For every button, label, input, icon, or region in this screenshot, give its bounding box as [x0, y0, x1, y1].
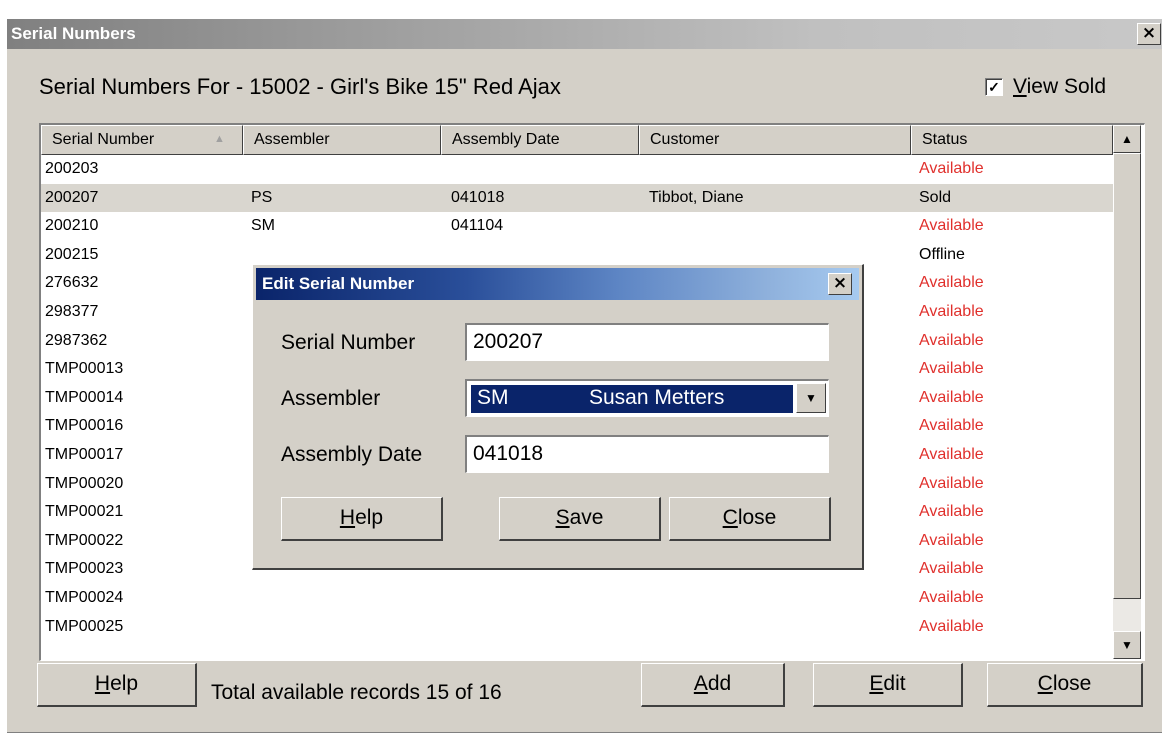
table-row[interactable]: 200207 PS 041018 Tibbot, Diane Sold [41, 183, 1113, 212]
dialog-title: Edit Serial Number [262, 274, 415, 293]
dialog-help-button[interactable]: Help [281, 497, 443, 541]
scroll-up-icon[interactable]: ▲ [1113, 125, 1141, 153]
column-header-status[interactable]: Status [911, 125, 1113, 155]
chevron-down-icon[interactable]: ▼ [796, 383, 826, 413]
cell-serial: 2987362 [45, 331, 108, 349]
column-header-assembly-date[interactable]: Assembly Date [441, 125, 639, 155]
table-row[interactable]: TMP00024 Available [41, 584, 1113, 612]
cell-serial: TMP00016 [45, 417, 124, 435]
window-close-icon[interactable]: × [1137, 23, 1161, 45]
cell-status: Available [919, 446, 984, 463]
dialog-close-button[interactable]: Close [669, 497, 831, 541]
assembler-select[interactable]: SM Susan Metters ▼ [465, 379, 829, 417]
cell-serial: TMP00017 [45, 446, 124, 463]
dialog-save-button[interactable]: Save [499, 497, 661, 541]
window-title: Serial Numbers [11, 24, 136, 43]
cell-serial: 200207 [45, 188, 99, 206]
column-header-serial-number[interactable]: Serial Number ▲ [41, 125, 243, 155]
serial-number-label: Serial Number [281, 331, 416, 354]
assembly-date-label: Assembly Date [281, 443, 423, 466]
cell-serial: 276632 [45, 274, 99, 292]
sort-ascending-icon: ▲ [214, 133, 225, 145]
serial-number-input[interactable]: 200207 [465, 323, 829, 361]
cell-serial: TMP00021 [45, 503, 124, 521]
cell-serial: TMP00013 [45, 360, 124, 378]
cell-serial: TMP00023 [45, 560, 124, 578]
cell-status: Available [919, 531, 984, 549]
cell-status: Available [919, 274, 984, 292]
window-titlebar[interactable]: Serial Numbers × [7, 19, 1162, 49]
table-row[interactable]: TMP00025 Available [41, 613, 1113, 641]
dialog-titlebar[interactable]: Edit Serial Number × [256, 268, 859, 300]
record-count: Total available records 15 of 16 [211, 681, 502, 704]
help-button[interactable]: Help [37, 663, 197, 707]
cell-serial: TMP00022 [45, 531, 124, 549]
cell-serial: 298377 [45, 303, 99, 320]
cell-status: Available [919, 388, 984, 406]
cell-date: 041018 [451, 188, 505, 206]
column-header-assembler[interactable]: Assembler [243, 125, 441, 155]
table-row[interactable]: 200203 Available [41, 155, 1113, 183]
dialog-close-icon[interactable]: × [828, 273, 852, 295]
table-row[interactable]: 200210 SM 041104 Available [41, 212, 1113, 240]
assembler-label: Assembler [281, 387, 381, 410]
cell-serial: TMP00025 [45, 617, 124, 635]
cell-serial: 200215 [45, 245, 99, 263]
scroll-down-icon[interactable]: ▼ [1113, 631, 1141, 659]
cell-serial: TMP00020 [45, 474, 124, 492]
cell-status: Available [919, 217, 984, 235]
cell-status: Available [919, 589, 984, 606]
cell-status: Available [919, 503, 984, 521]
cell-assembler: PS [251, 188, 273, 206]
cell-status: Available [919, 417, 984, 435]
vertical-scrollbar[interactable]: ▲ ▼ [1113, 125, 1141, 659]
close-button[interactable]: Close [987, 663, 1143, 707]
cell-status: Available [919, 617, 984, 635]
cell-date: 041104 [451, 217, 504, 235]
cell-assembler: SM [251, 217, 275, 235]
cell-status: Available [919, 360, 984, 378]
cell-status: Sold [919, 188, 952, 206]
assembler-selected-value: SM Susan Metters [471, 385, 793, 413]
view-sold-checkbox[interactable]: ✓ View Sold [985, 75, 1106, 99]
view-sold-label: View Sold [1013, 75, 1107, 98]
checkmark-icon[interactable]: ✓ [985, 78, 1003, 96]
cell-serial: TMP00024 [45, 589, 124, 606]
cell-status: Available [919, 474, 984, 492]
cell-serial: 200210 [45, 217, 99, 235]
column-header-customer[interactable]: Customer [639, 125, 911, 155]
cell-status: Offline [919, 245, 965, 263]
cell-status: Available [919, 303, 984, 320]
cell-customer: Tibbot, Diane [649, 188, 744, 206]
cell-serial: 200203 [45, 160, 99, 177]
cell-status: Available [919, 560, 984, 578]
cell-serial: TMP00014 [45, 388, 124, 406]
edit-serial-number-dialog: Edit Serial Number × Serial Number 20020… [252, 264, 864, 570]
scrollbar-thumb[interactable] [1113, 153, 1141, 599]
page-heading: Serial Numbers For - 15002 - Girl's Bike… [39, 74, 561, 99]
assembly-date-input[interactable]: 041018 [465, 435, 829, 473]
cell-status: Available [919, 331, 984, 349]
edit-button[interactable]: Edit [813, 663, 963, 707]
add-button[interactable]: Add [641, 663, 785, 707]
cell-status: Available [919, 160, 984, 177]
